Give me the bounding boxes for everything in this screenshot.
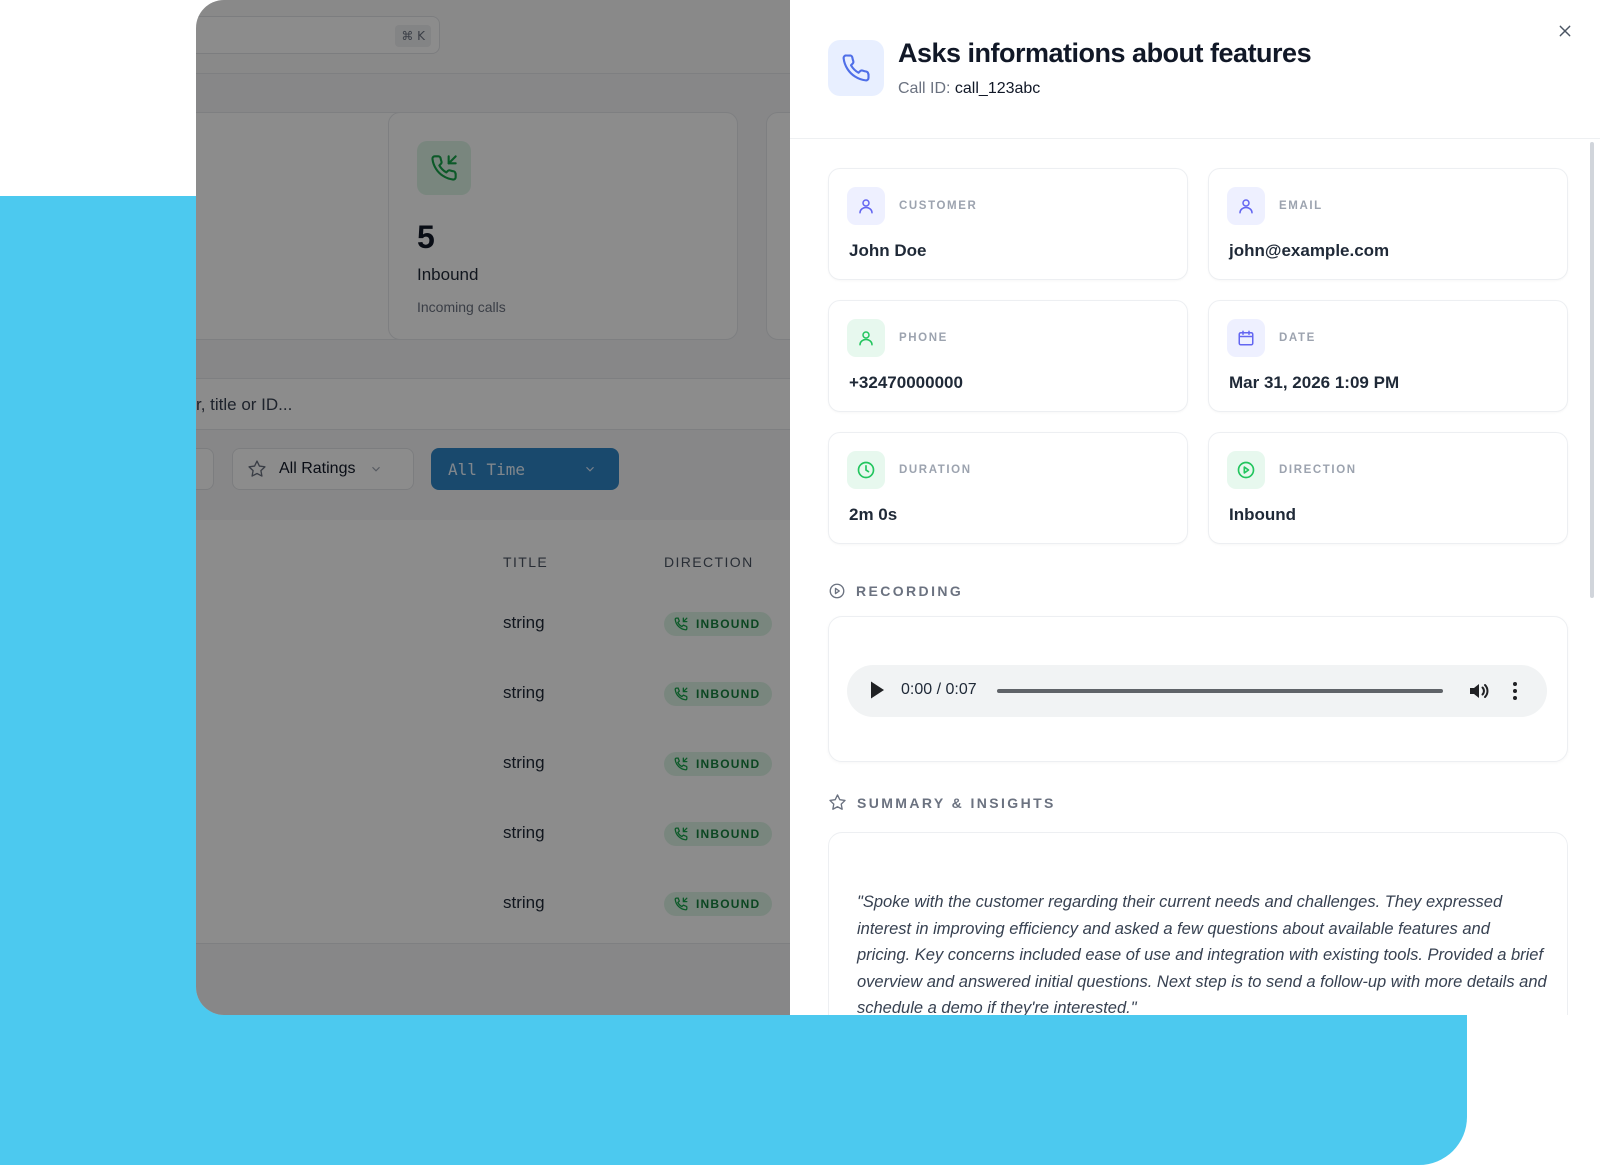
playback-time: 0:00 / 0:07 <box>901 681 977 698</box>
recording-heading-label: RECORDING <box>856 583 964 599</box>
play-button[interactable] <box>869 680 889 702</box>
header-divider <box>790 138 1600 139</box>
summary-card: "Spoke with the customer regarding their… <box>828 832 1568 1015</box>
volume-icon <box>1470 684 1489 698</box>
star-icon <box>829 794 846 810</box>
play-icon <box>871 681 884 699</box>
recording-card: 0:00 / 0:07 <box>828 616 1568 762</box>
panel-title: Asks informations about features <box>898 38 1312 68</box>
direction-card: DIRECTION Inbound <box>1208 432 1568 544</box>
call-detail-panel: Asks informations about features Call ID… <box>790 0 1600 1015</box>
duration-label: DURATION <box>899 464 972 476</box>
audio-player: 0:00 / 0:07 <box>847 665 1547 717</box>
date-label: DATE <box>1279 332 1316 344</box>
close-icon <box>1559 25 1571 37</box>
email-value: john@example.com <box>1229 241 1390 260</box>
volume-button[interactable] <box>1467 679 1491 703</box>
call-id-value: call_123abc <box>954 80 1041 97</box>
play-circle-icon <box>1227 451 1265 489</box>
more-options-button[interactable] <box>1507 679 1523 703</box>
summary-text: "Spoke with the customer regarding their… <box>857 893 1547 1015</box>
direction-label: DIRECTION <box>1279 464 1357 476</box>
more-dot <box>1513 689 1517 693</box>
recording-heading: RECORDING <box>828 582 963 600</box>
phone-value: +32470000000 <box>849 373 963 392</box>
more-dot <box>1513 682 1517 686</box>
email-card: EMAIL john@example.com <box>1208 168 1568 280</box>
panel-scrollbar[interactable] <box>1590 142 1594 598</box>
customer-card: CUSTOMER John Doe <box>828 168 1188 280</box>
email-label: EMAIL <box>1279 200 1323 212</box>
phone-card: PHONE +32470000000 <box>828 300 1188 412</box>
direction-value: Inbound <box>1229 505 1297 524</box>
call-id-line: Call ID: call_123abc <box>898 80 1040 98</box>
phone-icon <box>828 40 884 96</box>
customer-label: CUSTOMER <box>899 200 978 212</box>
screenshot-stage: ⌘ K 5 Inbound Incoming calls r, title or… <box>0 0 1600 1165</box>
user-icon <box>847 187 885 225</box>
summary-heading: SUMMARY & INSIGHTS <box>828 793 1056 812</box>
user-icon <box>847 319 885 357</box>
duration-value: 2m 0s <box>849 505 898 524</box>
play-circle-icon <box>829 583 845 599</box>
summary-heading-label: SUMMARY & INSIGHTS <box>857 794 1056 811</box>
customer-value: John Doe <box>849 241 927 260</box>
summary-fade <box>829 1011 1567 1015</box>
call-id-label: Call ID: <box>898 80 951 97</box>
duration-card: DURATION 2m 0s <box>828 432 1188 544</box>
calendar-icon <box>1227 319 1265 357</box>
playback-progress-slider[interactable] <box>997 689 1443 693</box>
phone-label: PHONE <box>899 332 948 344</box>
date-card: DATE Mar 31, 2026 1:09 PM <box>1208 300 1568 412</box>
user-icon <box>1227 187 1265 225</box>
date-value: Mar 31, 2026 1:09 PM <box>1229 373 1400 392</box>
close-button[interactable] <box>1552 18 1578 44</box>
more-dot <box>1513 696 1517 700</box>
clock-icon <box>847 451 885 489</box>
